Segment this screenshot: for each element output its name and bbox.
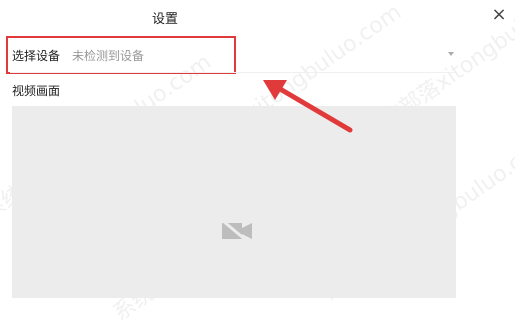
video-preview bbox=[12, 106, 456, 298]
window-title: 设置 bbox=[151, 12, 178, 27]
divider bbox=[10, 72, 455, 73]
title-bar: 设置 × bbox=[0, 0, 515, 32]
camera-off-icon bbox=[222, 220, 252, 242]
chevron-down-icon bbox=[448, 52, 454, 56]
video-label: 视频画面 bbox=[12, 84, 61, 98]
close-icon: × bbox=[491, 3, 507, 25]
device-select-value: 未检测到设备 bbox=[72, 49, 145, 63]
device-select[interactable]: 未检测到设备 bbox=[68, 41, 460, 67]
device-label: 选择设备 bbox=[12, 49, 61, 63]
device-row: 选择设备 未检测到设备 bbox=[10, 38, 460, 70]
close-button[interactable]: × bbox=[489, 3, 509, 25]
